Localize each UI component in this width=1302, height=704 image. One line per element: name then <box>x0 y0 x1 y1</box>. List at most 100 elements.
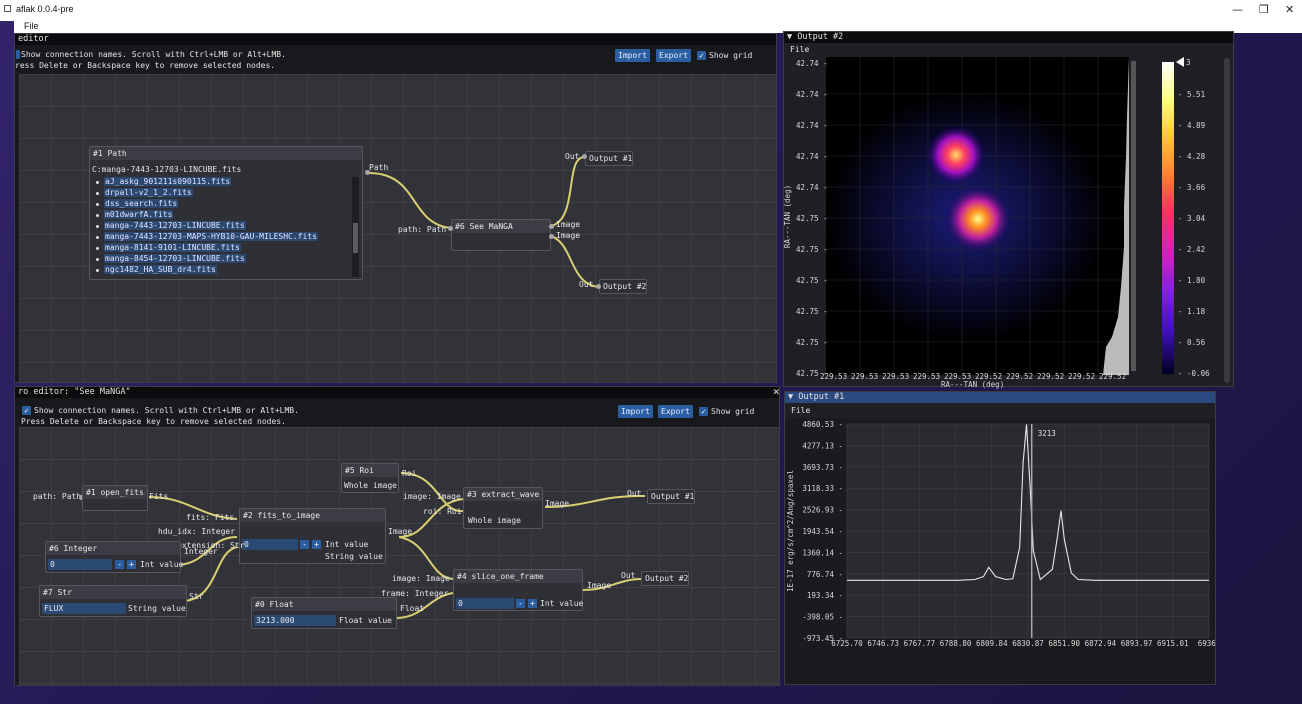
output2-in-slot[interactable] <box>596 284 601 289</box>
spectrum-y-tick: 1943.54 - <box>802 527 843 536</box>
fits-to-image-plus-button[interactable]: + <box>312 540 321 549</box>
path-out-label: Path <box>369 163 389 172</box>
spectrum-y-tick: 1360.14 - <box>802 548 843 557</box>
file-list-item[interactable]: aJ_askg_901211s090115.fits <box>92 177 350 187</box>
file-list-item[interactable]: dss_search.fits <box>92 199 350 210</box>
file-list-item[interactable]: manga-7443-12703-MAPS-HYB10-GAU-MILESHC.… <box>92 232 350 243</box>
macro-output1-in: Out <box>627 489 642 498</box>
str-out: Str <box>189 592 204 601</box>
output2-x-tick: 229.53 <box>913 372 941 381</box>
fits-to-image-str-field[interactable] <box>242 551 322 562</box>
path-node-title: #1 Path <box>90 147 362 160</box>
file-list-item[interactable]: drpall-v2_1_2.fits <box>92 188 350 199</box>
spectrum-y-tick: 3118.33 - <box>802 484 843 493</box>
main-editor-hint1: Show connection names. Scroll with Ctrl+… <box>21 50 286 59</box>
slice-plus-button[interactable]: + <box>528 599 537 608</box>
output1-in-slot[interactable] <box>582 154 587 159</box>
extract-wave-out: Image <box>545 499 570 508</box>
main-graph-canvas[interactable]: #1 Path C:manga-7443-12703-LINCUBE.fits … <box>19 74 776 382</box>
str-node[interactable]: #7 Str FLUX String value <box>39 585 187 617</box>
roi-node[interactable]: #5 Roi Whole image <box>341 463 399 493</box>
spectrum-y-tick: 3693.73 - <box>802 463 843 472</box>
macro-output1-node[interactable]: Output #1 <box>647 489 695 504</box>
app-icon <box>4 5 11 12</box>
output1-menu-file[interactable]: File <box>791 406 810 415</box>
output2-y-tick: 42.75 - <box>796 214 828 223</box>
menu-file[interactable]: File <box>24 21 39 31</box>
see-manga-in-slot[interactable] <box>448 226 453 231</box>
slice-minus-button[interactable]: - <box>516 599 525 608</box>
macro-show-grid-checkbox[interactable]: ✓ <box>699 407 708 416</box>
main-editor-title: editor <box>15 34 776 45</box>
export-button[interactable]: Export <box>656 49 691 62</box>
macro-output2-in: Out <box>621 571 636 580</box>
output2-y-tick: 42.74 - <box>796 59 828 68</box>
float-node[interactable]: #0 Float 3213.000 Float value <box>251 597 397 629</box>
slice-one-frame-node[interactable]: #4 slice_one_frame 0 - + Int value <box>453 569 583 611</box>
integer-field[interactable]: 0 <box>48 559 112 570</box>
colorbar-top-label: 3 <box>1186 58 1191 67</box>
open-fits-node[interactable]: #1 open_fits <box>82 485 148 511</box>
macro-export-button[interactable]: Export <box>658 405 693 418</box>
fits-to-image-in2: hdu_idx: Integer <box>158 527 236 536</box>
see-manga-node[interactable]: #6 See MaNGA <box>451 219 551 251</box>
show-grid-checkbox[interactable]: ✓ <box>697 51 706 60</box>
output2-node-title: Output #2 <box>600 280 646 293</box>
close-icon[interactable]: ✕ <box>1285 3 1294 16</box>
str-field[interactable]: FLUX <box>42 603 126 614</box>
file-list-scrollbar[interactable] <box>352 177 359 277</box>
spectrum-x-tick: 6830.87 <box>1012 639 1044 648</box>
spectrum-x-tick: 6746.73 <box>867 639 899 648</box>
slice-in1: image: Image <box>392 574 450 583</box>
output2-title: ▼ Output #2 <box>784 32 1233 43</box>
output2-menu-file[interactable]: File <box>790 45 809 54</box>
colorbar-max-handle-icon[interactable] <box>1176 57 1184 67</box>
integer-node[interactable]: #6 Integer 0 - + Int value <box>45 541 183 573</box>
output2-x-tick: 229.53 <box>820 372 848 381</box>
macro-editor-title: ro editor: "See MaNGA" <box>15 387 779 398</box>
fits-to-image-minus-button[interactable]: - <box>300 540 309 549</box>
integer-minus-button[interactable]: - <box>115 560 124 569</box>
output1-title: ▼ Output #1 <box>785 392 1215 403</box>
file-list[interactable]: aJ_askg_901211s090115.fits drpall-v2_1_2… <box>92 177 350 277</box>
spectrum-x-tick: 6809.84 <box>976 639 1008 648</box>
macro-close-icon[interactable]: × <box>773 385 780 398</box>
output2-y-tick: 42.74 - <box>796 183 828 192</box>
file-list-item[interactable]: manga-8141-9101-LINCUBE.fits <box>92 243 350 254</box>
float-field[interactable]: 3213.000 <box>254 615 336 626</box>
output2-y-tick: 42.75 - <box>796 276 828 285</box>
macro-output2-node[interactable]: Output #2 <box>641 571 689 586</box>
show-names-checkbox[interactable] <box>16 50 20 59</box>
see-manga-out2-slot[interactable] <box>549 234 554 239</box>
histogram-slider-bar[interactable] <box>1131 61 1136 371</box>
minimize-icon[interactable]: — <box>1232 3 1243 16</box>
restore-icon[interactable]: ❐ <box>1259 3 1269 16</box>
fits-to-image-int-field[interactable]: 0 <box>242 539 298 550</box>
macro-show-names-checkbox[interactable]: ✓ <box>22 406 31 415</box>
file-list-item[interactable]: manga-8454-12703-LINCUBE.fits <box>92 254 350 265</box>
fits-to-image-node[interactable]: #2 fits_to_image 0 - + Int value String … <box>239 508 386 564</box>
see-manga-out1-slot[interactable] <box>549 224 554 229</box>
import-button[interactable]: Import <box>615 49 650 62</box>
file-list-item[interactable]: m01dwarfA.fits <box>92 210 350 221</box>
macro-path-in-label: path: Path <box>33 492 82 501</box>
path-node[interactable]: #1 Path C:manga-7443-12703-LINCUBE.fits … <box>89 146 363 280</box>
file-list-item[interactable]: manga-7443-12703-LINCUBE.fits <box>92 221 350 232</box>
colorbar-tick: - 4.28 <box>1178 152 1206 161</box>
output2-y-tick: 42.74 - <box>796 121 828 130</box>
macro-graph-canvas[interactable]: path: Path #1 open_fits Fits #2 fits_to_… <box>19 427 779 685</box>
file-list-scroll-thumb[interactable] <box>353 223 358 253</box>
output2-node[interactable]: Output #2 <box>599 279 647 294</box>
output1-plot-area[interactable]: 4860.53 - 4277.13 - 3693.73 - 3118.33 - 2526… <box>785 418 1220 684</box>
extract-wave-node[interactable]: #3 extract_wave Whole image <box>463 487 543 529</box>
integer-plus-button[interactable]: + <box>127 560 136 569</box>
output2-scrollbar[interactable] <box>1224 58 1230 383</box>
spectrum-x-tick: 6893.97 <box>1121 639 1153 648</box>
output2-image[interactable] <box>826 57 1129 375</box>
macro-import-button[interactable]: Import <box>618 405 653 418</box>
macro-output1-title: Output #1 <box>648 490 694 503</box>
output1-node[interactable]: Output #1 <box>585 151 633 166</box>
file-list-item[interactable]: ngc1482_HA_SUB_dr4.fits <box>92 265 350 276</box>
slice-one-frame-field[interactable]: 0 <box>456 598 514 609</box>
spectrum-y-tick: 193.34 - <box>807 591 843 600</box>
